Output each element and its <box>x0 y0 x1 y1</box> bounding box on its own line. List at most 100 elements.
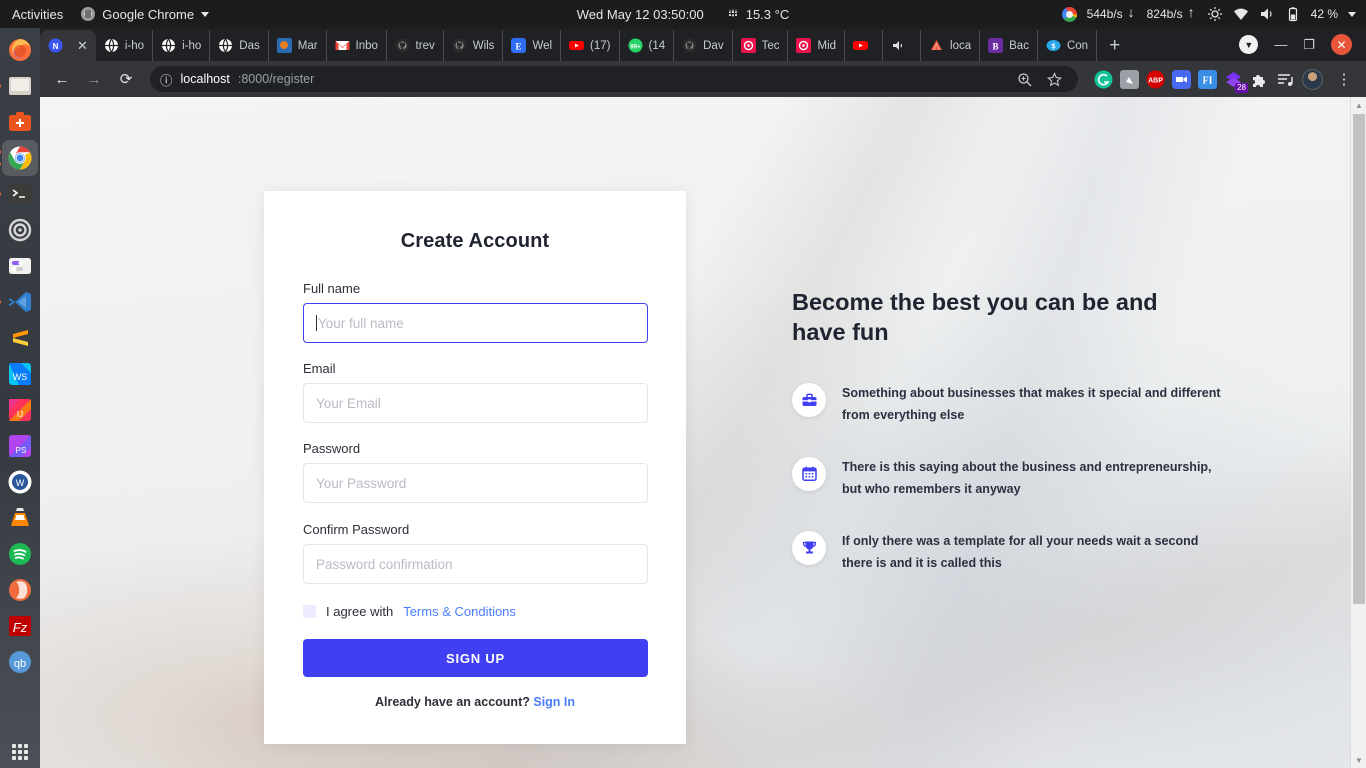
fonts-extension-icon[interactable]: FI <box>1198 69 1217 89</box>
back-button[interactable]: ← <box>48 65 76 93</box>
chrome-window: N ✕ i-ho i-ho Das Mar Inbo trev Wils E W… <box>40 28 1366 768</box>
dock-item-filezilla[interactable]: Fz <box>2 608 38 644</box>
sign-up-button[interactable]: SIGN UP <box>303 639 648 677</box>
tab-title: loca <box>950 39 972 52</box>
chrome-tray-icon[interactable] <box>1061 6 1077 22</box>
full-name-input[interactable]: Your full name <box>303 303 648 343</box>
page-scrollbar[interactable]: ▲ ▼ <box>1350 97 1366 768</box>
tab-i-ho-2[interactable]: i-ho <box>153 30 211 61</box>
site-info-icon[interactable]: ⓘ <box>160 70 173 89</box>
dock-item-opera[interactable] <box>2 572 38 608</box>
speaker-icon <box>891 38 906 53</box>
scroll-down-arrow-icon[interactable]: ▼ <box>1351 752 1366 768</box>
scroll-up-arrow-icon[interactable]: ▲ <box>1351 97 1366 113</box>
tab-title: (17) <box>590 39 611 52</box>
tab-wils[interactable]: Wils <box>444 30 504 61</box>
tab-i-ho-1[interactable]: i-ho <box>96 30 154 61</box>
confirm-password-input[interactable]: Password confirmation <box>303 544 648 584</box>
downloads-extension-icon[interactable]: 28 <box>1224 70 1248 93</box>
svg-text:E: E <box>516 42 522 52</box>
dock-item-terminal[interactable] <box>0 176 38 212</box>
activities-button[interactable]: Activities <box>12 7 63 22</box>
tab-youtube-2[interactable] <box>845 30 884 61</box>
dock-item-qbittorrent[interactable]: qb <box>2 644 38 680</box>
profile-avatar[interactable] <box>1302 68 1323 90</box>
dock-item-vs-code[interactable] <box>0 284 38 320</box>
tab-title: trev <box>415 39 435 52</box>
tab-dav[interactable]: Dav <box>674 30 733 61</box>
new-tab-button[interactable]: + <box>1097 35 1132 61</box>
wifi-icon[interactable] <box>1233 6 1249 22</box>
maximize-button[interactable]: ❐ <box>1303 37 1315 53</box>
clock[interactable]: Wed May 12 03:50:00 <box>577 7 704 22</box>
tab-wel[interactable]: E Wel <box>503 30 562 61</box>
app-menu-google-chrome[interactable]: Google Chrome <box>81 7 210 22</box>
running-indicator <box>0 84 1 88</box>
tab-title: Wils <box>472 39 495 52</box>
chrome-menu-button[interactable]: ⋮ <box>1330 65 1358 93</box>
dock-item-google-chrome[interactable] <box>0 140 38 176</box>
screenshot-extension-icon[interactable] <box>1120 69 1139 89</box>
password-input[interactable]: Your Password <box>303 463 648 503</box>
forward-button[interactable]: → <box>80 65 108 93</box>
zoom-in-icon[interactable] <box>1010 65 1038 93</box>
terms-checkbox[interactable] <box>303 605 316 618</box>
dock-item-sublime-text[interactable] <box>2 320 38 356</box>
zoom-extension-icon[interactable] <box>1172 69 1191 89</box>
running-indicator <box>0 192 1 196</box>
battery-icon[interactable] <box>1285 6 1301 22</box>
dock-item-intellij-idea[interactable]: IJ <box>2 392 38 428</box>
dock-item-spotify[interactable] <box>2 536 38 572</box>
trophy-icon <box>792 530 826 565</box>
dock-item-firefox[interactable] <box>2 32 38 68</box>
field-email: Email Your Email <box>303 361 648 423</box>
tab-youtube-17[interactable]: (17) <box>561 30 620 61</box>
dock-item-phpstorm[interactable]: PS <box>2 428 38 464</box>
dock-item-files[interactable] <box>0 68 38 104</box>
tab-inbox[interactable]: Inbo <box>327 30 387 61</box>
minimize-button[interactable]: — <box>1274 37 1287 52</box>
dock-item-settings[interactable] <box>2 212 38 248</box>
arrow-up-icon <box>1188 4 1197 20</box>
tab-localhost[interactable]: loca <box>921 30 981 61</box>
media-list-extension-icon[interactable] <box>1276 70 1295 89</box>
dock-item-webstorm[interactable]: WS <box>2 356 38 392</box>
dock-item-gnome-tweaks[interactable] <box>2 248 38 284</box>
feature-text: Something about businesses that makes it… <box>842 386 1221 423</box>
system-menu-chevron-icon[interactable] <box>1348 11 1356 17</box>
puzzle-extension-icon[interactable] <box>1250 70 1269 89</box>
brightness-icon[interactable] <box>1207 6 1223 22</box>
svg-text:$: $ <box>1052 44 1056 51</box>
tab-mid[interactable]: Mid <box>788 30 846 61</box>
address-bar[interactable]: ⓘ localhost :8000/register <box>150 66 1078 92</box>
tab-tech[interactable]: Tec <box>733 30 789 61</box>
volume-icon[interactable] <box>1259 6 1275 22</box>
tab-dashboard[interactable]: Das <box>210 30 269 61</box>
tab-whatsapp[interactable]: 99+ (14 <box>620 30 675 61</box>
feature-text: There is this saying about the business … <box>842 459 1212 496</box>
show-applications-button[interactable] <box>0 744 40 760</box>
adblock-plus-extension-icon[interactable]: ABP <box>1146 70 1165 89</box>
dock-item-word[interactable]: W <box>2 464 38 500</box>
evernote-favicon: E <box>511 38 527 53</box>
tab-mar[interactable]: Mar <box>269 30 327 61</box>
tab-audio[interactable] <box>883 30 922 61</box>
tab-coin[interactable]: $ Con <box>1038 30 1098 61</box>
grammarly-extension-icon[interactable] <box>1094 70 1113 89</box>
tab-title: Bac <box>1009 39 1029 52</box>
tab-backup[interactable]: B Bac <box>980 30 1038 61</box>
close-window-button[interactable]: ✕ <box>1331 34 1352 55</box>
reload-button[interactable]: ⟳ <box>112 65 140 93</box>
email-input[interactable]: Your Email <box>303 383 648 423</box>
weather-indicator[interactable]: 15.3 °C <box>726 7 789 22</box>
dock-item-ubuntu-software[interactable] <box>2 104 38 140</box>
tab-trev[interactable]: trev <box>387 30 444 61</box>
dock-item-vlc[interactable] <box>2 500 38 536</box>
close-icon[interactable]: ✕ <box>77 38 88 54</box>
star-icon[interactable] <box>1040 65 1068 93</box>
tab-active[interactable]: N ✕ <box>40 30 96 61</box>
tab-search-chevron-icon[interactable]: ▼ <box>1239 35 1259 54</box>
terms-link[interactable]: Terms & Conditions <box>403 604 516 619</box>
sign-in-link[interactable]: Sign In <box>533 695 575 709</box>
scrollbar-thumb[interactable] <box>1353 114 1365 604</box>
